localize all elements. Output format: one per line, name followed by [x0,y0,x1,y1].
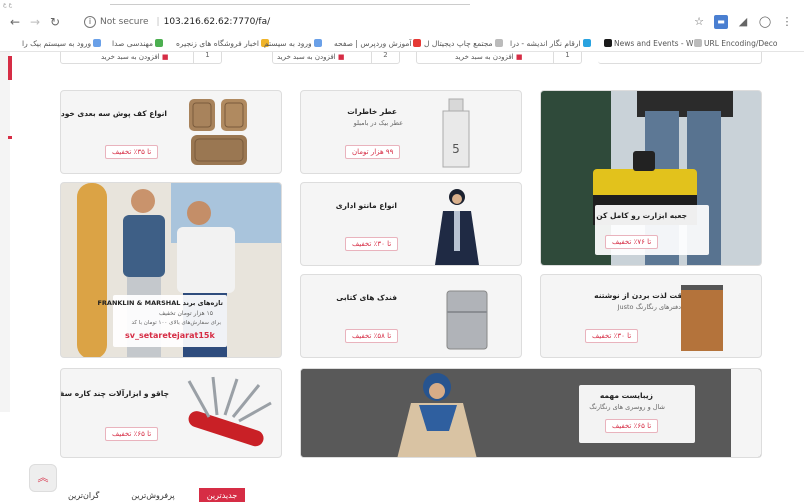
star-icon[interactable]: ☆ [692,15,706,29]
reload-icon[interactable]: ↻ [48,15,62,29]
tab-strip-line [110,4,470,5]
partial-product-card: 2 ■ افزودن به سبد خرید [272,52,400,64]
add-to-cart-button[interactable]: ■ افزودن به سبد خرید [455,53,523,61]
bookmark-item[interactable]: ارقام نگار اندیشه - درا [510,37,591,49]
discount-badge[interactable]: تا ۳۵٪ تخفیف [105,145,159,159]
notebook-image [681,285,723,351]
coupon-code: sv_setaretejarat15k [125,331,215,340]
left-red-marker [8,136,12,139]
promo-title: انواع کف پوش سه بعدی خودرو [60,109,167,118]
bookmark-favicon [582,39,591,47]
bookmark-favicon [694,39,702,47]
puzzle-extension-icon[interactable]: ◢ [736,15,750,29]
price-badge[interactable]: ۹۹ هزار تومان [345,145,401,159]
promo-subtitle: شال و روسری های رنگارنگ [589,403,665,411]
window-top-strip: ع ع [0,0,804,10]
promo-card-carmats[interactable]: انواع کف پوش سه بعدی خودرو تا ۳۵٪ تخفیف [60,90,282,174]
promo-title: تازه‌های برند FRANKLIN & MARSHAL [97,299,223,307]
promo-title: فندک های کتابی [336,293,397,302]
discount-badge[interactable]: تا ۶۵٪ تخفیف [105,427,159,441]
sort-tabs: جدیدترین پرفروش‌ترین گران‌ترین [60,488,246,502]
promo-title: وقت لذت بردن از نوشتنه [594,291,687,300]
bookmark-favicon [494,39,503,47]
promo-line: برای سفارش‌های بالای ۱۰۰ تومان با کد [131,320,221,326]
promo-card-lighter[interactable]: فندک های کتابی تا ۵۸٪ تخفیف [300,274,522,358]
discount-badge[interactable]: تا ۵۸٪ تخفیف [345,329,399,343]
promo-card-manteau[interactable]: انواع مانتو اداری تا ۳۰٪ تخفیف [300,182,522,266]
bookmark-item[interactable]: URL Encoding/Deco [694,37,777,49]
manteau-model-image [435,189,479,265]
tab-bestselling[interactable]: پرفروش‌ترین [123,488,182,502]
partial-product-card: 1 ■ افزودن به سبد خرید [416,52,582,64]
promo-card-notebook[interactable]: وقت لذت بردن از نوشتنه دفترهای رنگارنگ J… [540,274,762,358]
car-mat-image [189,99,247,165]
bookmark-favicon [154,39,163,47]
left-red-marker [8,56,12,80]
discount-badge[interactable]: تا ۳۰٪ تخفیف [345,237,399,251]
promo-subtitle: عطر بیک در بامبلو [353,119,403,127]
quantity-field[interactable]: 2 [371,52,399,63]
promo-title: جعبه ابزارت رو کامل کن [596,211,687,220]
folder-extension-icon[interactable]: ▬ [714,15,728,29]
address-bar-row: ← → ↻ i Not secure | 103.216.62.62:7770/… [0,10,804,34]
discount-badge[interactable]: تا ۳۰٪ تخفیف [585,329,639,343]
cart-icon: ■ [515,53,523,61]
promo-title: عطر خاطرات [347,107,397,116]
bookmark-item[interactable]: آموزش وردپرس | صفحه [334,37,422,49]
bookmark-item[interactable]: اخبار فروشگاه های زنجیره [176,37,270,49]
not-secure-label: Not secure [100,17,149,27]
discount-badge[interactable]: تا ۷۶٪ تخفیف [605,235,659,249]
menu-icon[interactable]: ⋮ [780,15,794,29]
bookmark-item[interactable]: مجتمع چاپ دیجیتال ل [424,37,503,49]
promo-card-scarf[interactable]: زیبایست مهمه شال و روسری های رنگارنگ تا … [300,368,762,458]
promo-title: چاقو و ابزارآلات چند کاره سفری [60,389,169,398]
promo-title: زیبایست مهمه [599,391,653,400]
perfume-bottle-image: 5 [442,98,470,168]
bookmark-item[interactable]: ورود به سیستم [264,37,322,49]
add-to-cart-button[interactable]: ■ افزودن به سبد خرید [101,53,169,61]
forward-icon[interactable]: → [28,15,42,29]
cart-icon: ■ [337,53,345,61]
lighter-image [446,290,488,350]
svg-text:5: 5 [452,142,460,156]
url-text: 103.216.62.62:7770/fa/ [163,17,271,27]
bookmarks-bar: ورود به سیستم بیک را مهندسی صدا اخبار فر… [0,34,804,52]
quantity-field[interactable]: 1 [193,52,221,63]
promo-line: ۱۵ هزار تومان تخفیف [158,310,213,317]
bookmark-favicon [93,39,102,47]
double-chevron-up-icon: ︽ [37,471,49,484]
tab-newest[interactable]: جدیدترین [198,488,246,502]
tab-expensive[interactable]: گران‌ترین [60,488,107,502]
promo-card-perfume[interactable]: عطر خاطرات عطر بیک در بامبلو ۹۹ هزار توم… [300,90,522,174]
add-to-cart-button[interactable]: ■ افزودن به سبد خرید [277,53,345,61]
url-field[interactable]: i Not secure | 103.216.62.62:7770/fa/ [84,14,694,30]
bookmark-item[interactable]: ورود به سیستم بیک را [22,37,102,49]
promo-card-knife[interactable]: چاقو و ابزارآلات چند کاره سفری تا ۶۵٪ تخ… [60,368,282,458]
url-separator: | [156,17,160,27]
scroll-to-top-button[interactable]: ︽ [29,464,57,492]
partial-product-card: 1 ■ افزودن به سبد خرید [60,52,222,64]
back-icon[interactable]: ← [8,15,22,29]
promo-card-fashion[interactable]: تازه‌های برند FRANKLIN & MARSHAL ۱۵ هزار… [60,182,282,358]
bookmark-item[interactable]: News and Events - W [604,37,693,49]
bookmark-favicon [604,39,612,47]
discount-badge[interactable]: تا ۶۵٪ تخفیف [605,419,659,433]
bookmark-favicon [413,39,422,47]
promo-subtitle: دفترهای رنگارنگ Justo [617,303,681,311]
promo-card-toolbox[interactable]: جعبه ابزارت رو کامل کن تا ۷۶٪ تخفیف [540,90,762,266]
bookmark-favicon [313,39,322,47]
partial-product-card [598,52,762,64]
info-icon[interactable]: i [84,16,96,28]
window-top-text: ع ع [3,1,13,8]
page-content: 1 ■ افزودن به سبد خرید 2 ■ افزودن به سبد… [0,52,804,502]
left-scroll-area [0,52,10,412]
multitool-knife-image [187,376,272,447]
bookmark-item[interactable]: مهندسی صدا [112,37,163,49]
profile-icon[interactable]: ◯ [758,15,772,29]
quantity-field[interactable]: 1 [553,52,581,63]
promo-title: انواع مانتو اداری [335,201,397,210]
cart-icon: ■ [161,53,169,61]
